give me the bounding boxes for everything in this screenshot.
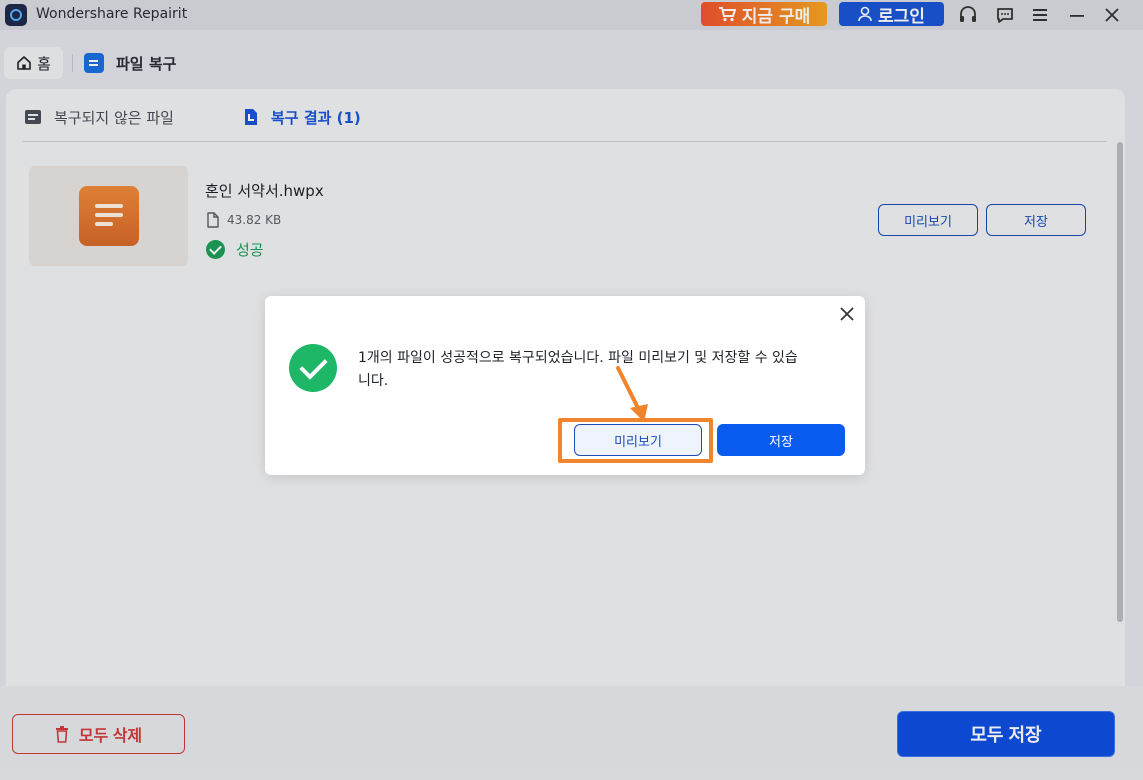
dialog-close-icon[interactable] — [837, 304, 857, 324]
dialog-preview-button[interactable]: 미리보기 — [574, 424, 702, 456]
success-check-icon — [289, 344, 337, 392]
annotation-arrow-icon — [616, 366, 648, 422]
dialog-save-button[interactable]: 저장 — [717, 424, 845, 456]
dialog-message: 1개의 파일이 성공적으로 복구되었습니다. 파일 미리보기 및 저장할 수 있… — [358, 350, 798, 389]
